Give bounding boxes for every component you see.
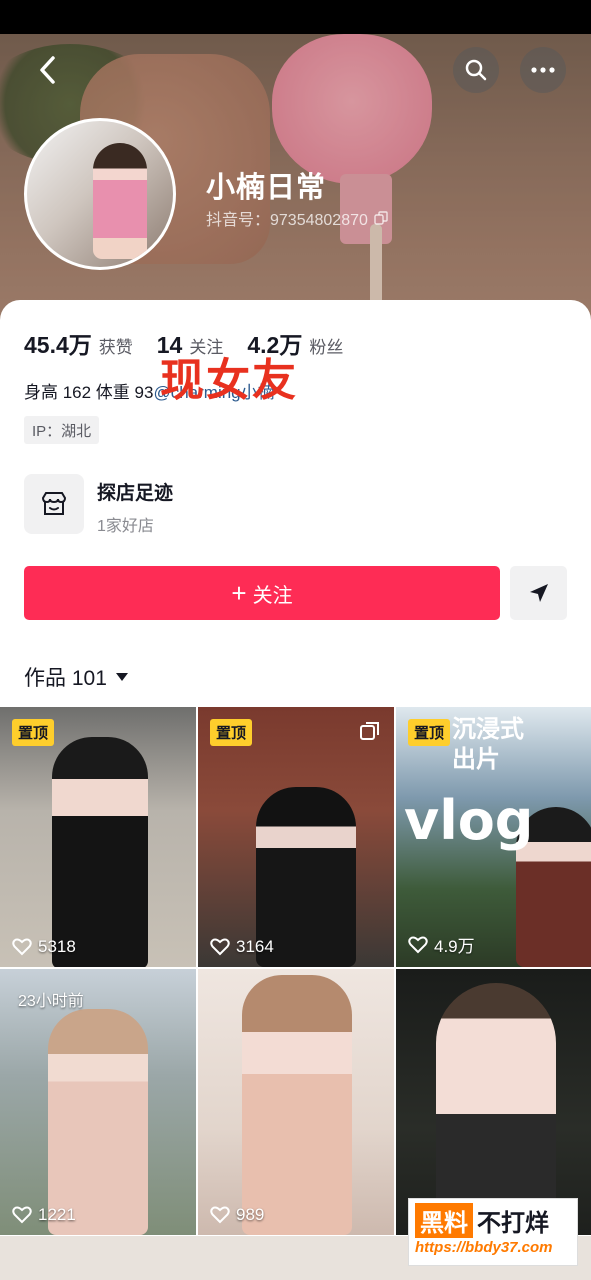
video-tile[interactable]: 23小时前 1221 [0, 969, 196, 1235]
shop-title[interactable]: 探店足迹 [97, 478, 173, 505]
tab-works[interactable]: 作品 101 [24, 662, 129, 692]
pinned-badge: 置顶 [12, 719, 55, 746]
nickname: 小楠日常 [206, 172, 327, 204]
heart-icon [12, 1206, 32, 1224]
shop-entry-icon[interactable] [24, 474, 84, 534]
plus-icon: + [231, 578, 247, 608]
video-likes: 5318 [12, 937, 76, 957]
bio-text: 身高 162 体重 93 [24, 383, 154, 402]
ip-location-badge: IP：湖北 [24, 416, 100, 444]
pinned-badge: 置顶 [210, 719, 253, 746]
video-title-line2: 出片 [452, 746, 500, 773]
multi-image-icon [360, 722, 379, 740]
heart-icon [12, 938, 32, 956]
copy-icon[interactable] [374, 211, 388, 225]
video-likes: 989 [210, 1205, 264, 1225]
overlay-caption: 现女友 [160, 356, 298, 405]
douyin-id[interactable]: 抖音号：97354802870 [206, 206, 388, 230]
watermark: 黑料 不打烊 https://bbdy37.com [408, 1198, 578, 1266]
chevron-left-icon [40, 56, 55, 84]
follow-label: 关注 [252, 584, 293, 607]
shop-subtitle: 1家好店 [97, 518, 154, 535]
video-tile[interactable]: 置顶 5318 [0, 707, 196, 967]
video-tile[interactable] [396, 969, 591, 1235]
video-likes: 4.9万 [408, 932, 475, 957]
status-bar [0, 0, 591, 34]
more-icon [531, 67, 555, 73]
vlog-overlay: vlog [404, 789, 534, 852]
followers-label: 粉丝 [309, 338, 344, 357]
follow-button[interactable]: + 关注 [24, 566, 500, 620]
heart-icon [210, 938, 230, 956]
more-button[interactable] [520, 47, 566, 93]
video-tile[interactable]: 沉浸式出片 vlog 置顶 4.9万 [396, 707, 591, 967]
storefront-icon [41, 492, 67, 515]
video-likes: 3164 [210, 937, 274, 957]
video-likes: 1221 [12, 1205, 76, 1225]
video-likes-count: 989 [236, 1205, 265, 1224]
heart-icon [408, 936, 428, 953]
pinned-badge: 置顶 [408, 719, 451, 746]
video-likes-count: 1221 [38, 1205, 76, 1224]
watermark-brand-a: 黑料 [415, 1203, 473, 1238]
video-likes-count: 4.9万 [434, 937, 475, 956]
likes-label: 获赞 [98, 338, 133, 357]
video-likes-count: 3164 [236, 937, 274, 956]
video-title: 沉浸式 出片 [452, 715, 524, 775]
video-tile[interactable]: 置顶 3164 [198, 707, 394, 967]
search-button[interactable] [453, 47, 499, 93]
heart-icon [210, 1206, 230, 1224]
works-tab-label: 作品 101 [24, 667, 107, 690]
likes-count[interactable]: 45.4万 [24, 326, 92, 360]
video-tile[interactable]: 989 [198, 969, 394, 1235]
caret-down-icon [115, 673, 128, 681]
video-title-line1: 沉浸式 [452, 716, 524, 743]
send-icon [529, 584, 548, 602]
back-button[interactable] [32, 52, 62, 88]
watermark-url: https://bbdy37.com [415, 1239, 553, 1256]
video-likes-count: 5318 [38, 937, 76, 956]
message-button[interactable] [510, 566, 567, 620]
avatar[interactable] [24, 118, 176, 270]
post-time: 23小时前 [18, 993, 84, 1010]
douyin-id-text: 抖音号：97354802870 [206, 212, 368, 229]
watermark-brand-b: 不打烊 [477, 1210, 549, 1237]
search-icon [465, 59, 487, 81]
